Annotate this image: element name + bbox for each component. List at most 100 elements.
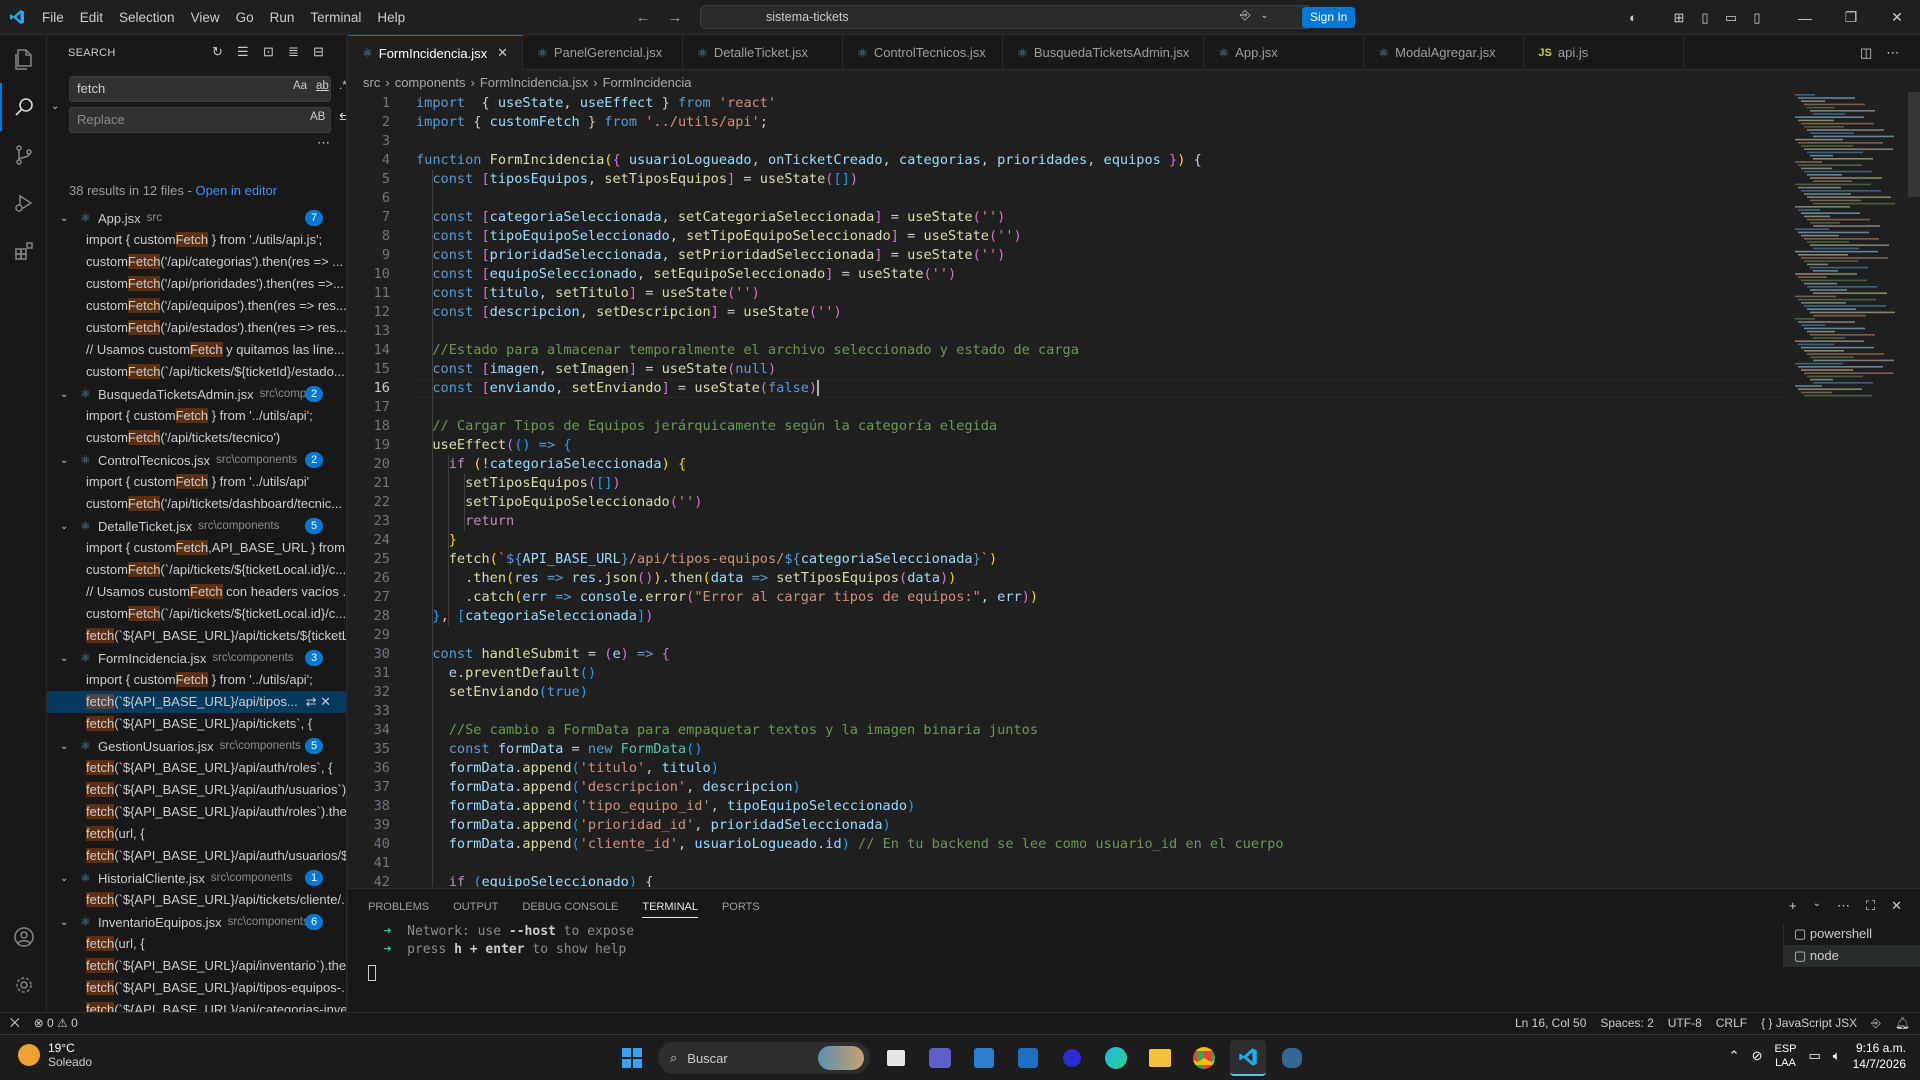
open-in-editor-link[interactable]: Open in editor [195,183,277,198]
code-line[interactable]: 5 const [tiposEquipos, setTiposEquipos] … [348,170,1788,189]
breadcrumb-item[interactable]: components [395,75,466,90]
back-arrow-icon[interactable]: ← [630,9,656,26]
code-line[interactable]: 12 const [descripcion, setDescripcion] =… [348,303,1788,322]
close-tab-icon[interactable]: ✕ [497,45,508,61]
view-as-list-icon[interactable]: ≣ [288,44,299,60]
maximize-panel-icon[interactable]: ⛶ [1866,898,1875,914]
result-file-app-jsx[interactable]: ⌄ ⚛ App.jsx src 7 [47,207,346,229]
tab-controltecnicos-jsx[interactable]: ⚛ ControlTecnicos.jsx [843,35,1004,70]
source-control-icon[interactable] [0,131,47,179]
panel-tab-problems[interactable]: PROBLEMS [368,901,429,913]
search-match[interactable]: customFetch(`/api/tickets/${ticketId}/es… [47,361,346,383]
code-line[interactable]: 35 const formData = new FormData() [348,740,1788,759]
postgres-icon[interactable] [1274,1040,1310,1076]
breadcrumb-item[interactable]: FormIncidencia [603,75,692,90]
code-line[interactable]: 4 function FormIncidencia({ usuarioLoguea… [348,151,1788,170]
code-line[interactable]: 15 const [imagen, setImagen] = useState(… [348,360,1788,379]
code-line[interactable]: 10 const [equipoSeleccionado, setEquipoS… [348,265,1788,284]
search-match[interactable]: fetch(`${API_BASE_URL}/api/auth/roles`, … [47,757,346,779]
code-line[interactable]: 31 e.preventDefault() [348,664,1788,683]
replace-all-icon[interactable]: ⇆ [339,109,346,126]
toggle-secondary-sidebar-icon[interactable]: ▯ [1744,0,1770,35]
code-line[interactable]: 16 const [enviando, setEnviando] = useSt… [348,379,1788,398]
show-hidden-icons-chevron-icon[interactable]: ⌃ [1729,1048,1740,1064]
toggle-panel-icon[interactable]: ▭ [1718,0,1744,35]
more-actions-icon[interactable]: ⋯ [1886,45,1899,61]
more-actions-icon[interactable]: ⋯ [1837,898,1850,914]
sign-in-button[interactable]: Sign In [1302,7,1356,28]
network-icon[interactable]: ▭ [1809,1048,1821,1064]
start-button-icon[interactable] [614,1040,650,1076]
search-match[interactable]: // Usamos customFetch con headers vacíos… [47,581,346,603]
terminal-instance-node[interactable]: ▢ node [1783,945,1920,967]
notifications-bell-icon[interactable]: 🔔︎ [1895,1016,1910,1031]
code-line[interactable]: 14 //Estado para almacenar temporalmente… [348,341,1788,360]
search-match[interactable]: customFetch(`/api/tickets/${ticketLocal.… [47,559,346,581]
code-line[interactable]: 24 } [348,531,1788,550]
outlook-icon[interactable] [1010,1040,1046,1076]
search-match[interactable]: fetch(`${API_BASE_URL}/api/tickets/clien… [47,889,346,911]
copilot-icon[interactable]: ⎆ [1240,7,1250,23]
tab-busquedaticketsadmin-jsx[interactable]: ⚛ BusquedaTicketsAdmin.jsx [1003,35,1205,70]
remote-icon[interactable]: ⨉ [10,1016,20,1031]
refresh-icon[interactable]: ↻ [212,44,223,60]
result-file-historialcliente-jsx[interactable]: ⌄ ⚛ HistorialCliente.jsx src\components 1 [47,867,346,889]
panel-tab-debug-console[interactable]: DEBUG CONSOLE [522,901,618,913]
new-terminal-icon[interactable]: + [1789,898,1797,914]
code-line[interactable]: 42 if (equipoSeleccionado) { [348,873,1788,887]
match-whole-word-toggle[interactable]: ab [316,80,329,92]
run-debug-icon[interactable] [0,179,47,227]
terminal-instance-powershell[interactable]: ▢ powershell [1783,923,1920,945]
chevron-down-icon[interactable]: ⌄ [60,213,72,224]
chevron-down-icon[interactable]: ⌄ [60,917,72,928]
code-line[interactable]: 9 const [prioridadSeleccionada, setPrior… [348,246,1788,265]
code-line[interactable]: 21 setTiposEquipos([]) [348,474,1788,493]
minimize-icon[interactable]: — [1782,0,1828,35]
settings-gear-icon[interactable] [0,961,47,1009]
search-view-icon[interactable] [0,83,47,131]
search-match[interactable]: fetch(`${API_BASE_URL}/api/auth/usuarios… [47,845,346,867]
no-connection-icon[interactable]: ⊘ [1752,1048,1763,1064]
preserve-case-toggle[interactable]: AB [310,111,325,123]
search-match[interactable]: fetch(`${API_BASE_URL}/api/auth/roles`).… [47,801,346,823]
tab-api-js[interactable]: JS api.js [1524,35,1685,70]
menu-edit[interactable]: Edit [72,0,111,35]
code-line[interactable]: 41 [348,854,1788,873]
search-match[interactable]: fetch(`${API_BASE_URL}/api/tipos... ⇄ ✕ [47,691,346,713]
code-line[interactable]: 36 formData.append('titulo', titulo) [348,759,1788,778]
menu-view[interactable]: View [183,0,228,35]
toggle-sidebar-icon[interactable]: ▯ [1692,0,1718,35]
toggle-search-details-icon[interactable]: ⋯ [317,135,330,151]
code-line[interactable]: 33 [348,702,1788,721]
volume-icon[interactable]: 🔈︎ [1833,1048,1841,1064]
scrollbar-thumb[interactable] [1908,92,1920,197]
result-file-detalleticket-jsx[interactable]: ⌄ ⚛ DetalleTicket.jsx src\components 5 [47,515,346,537]
code-line[interactable]: 34 //Se cambio a FormData para empaqueta… [348,721,1788,740]
toggle-replace-chevron-icon[interactable]: ⌄ [51,101,59,112]
editor-scrollbar[interactable] [1908,92,1920,887]
result-file-formincidencia-jsx[interactable]: ⌄ ⚛ FormIncidencia.jsx src\components 3 [47,647,346,669]
close-panel-icon[interactable]: ✕ [1891,898,1902,914]
code-line[interactable]: 40 formData.append('cliente_id', usuario… [348,835,1788,854]
language-mode[interactable]: { } JavaScript JSX [1761,1016,1857,1031]
search-match[interactable]: import { customFetch,API_BASE_URL } from… [47,537,346,559]
tab-detalleticket-jsx[interactable]: ⚛ DetalleTicket.jsx [683,35,844,70]
code-line[interactable]: 27 .catch(err => console.error("Error al… [348,588,1788,607]
taskbar-search[interactable]: ⌕ Buscar [658,1042,870,1074]
extensions-icon[interactable] [0,227,47,275]
command-center-search[interactable]: sistema-tickets [700,5,1312,29]
chevron-down-icon[interactable]: ⌄ [60,653,72,664]
search-match[interactable]: import { customFetch } from '../utils/ap… [47,405,346,427]
search-match[interactable]: fetch(url, { [47,933,346,955]
store-icon[interactable] [966,1040,1002,1076]
breadcrumb-item[interactable]: FormIncidencia.jsx [480,75,588,90]
chevron-down-icon[interactable]: ⌄ [60,873,72,884]
search-match[interactable]: fetch(`${API_BASE_URL}/api/categorias-in… [47,999,346,1012]
chevron-down-icon[interactable]: ⌄ [60,521,72,532]
search-input[interactable]: fetch [69,76,331,102]
explorer-icon[interactable] [0,35,47,83]
input-language[interactable]: ESP LAA [1774,1042,1796,1070]
menu-run[interactable]: Run [262,0,303,35]
code-line[interactable]: 8 const [tipoEquipoSeleccionado, setTipo… [348,227,1788,246]
code-line[interactable]: 13 [348,322,1788,341]
